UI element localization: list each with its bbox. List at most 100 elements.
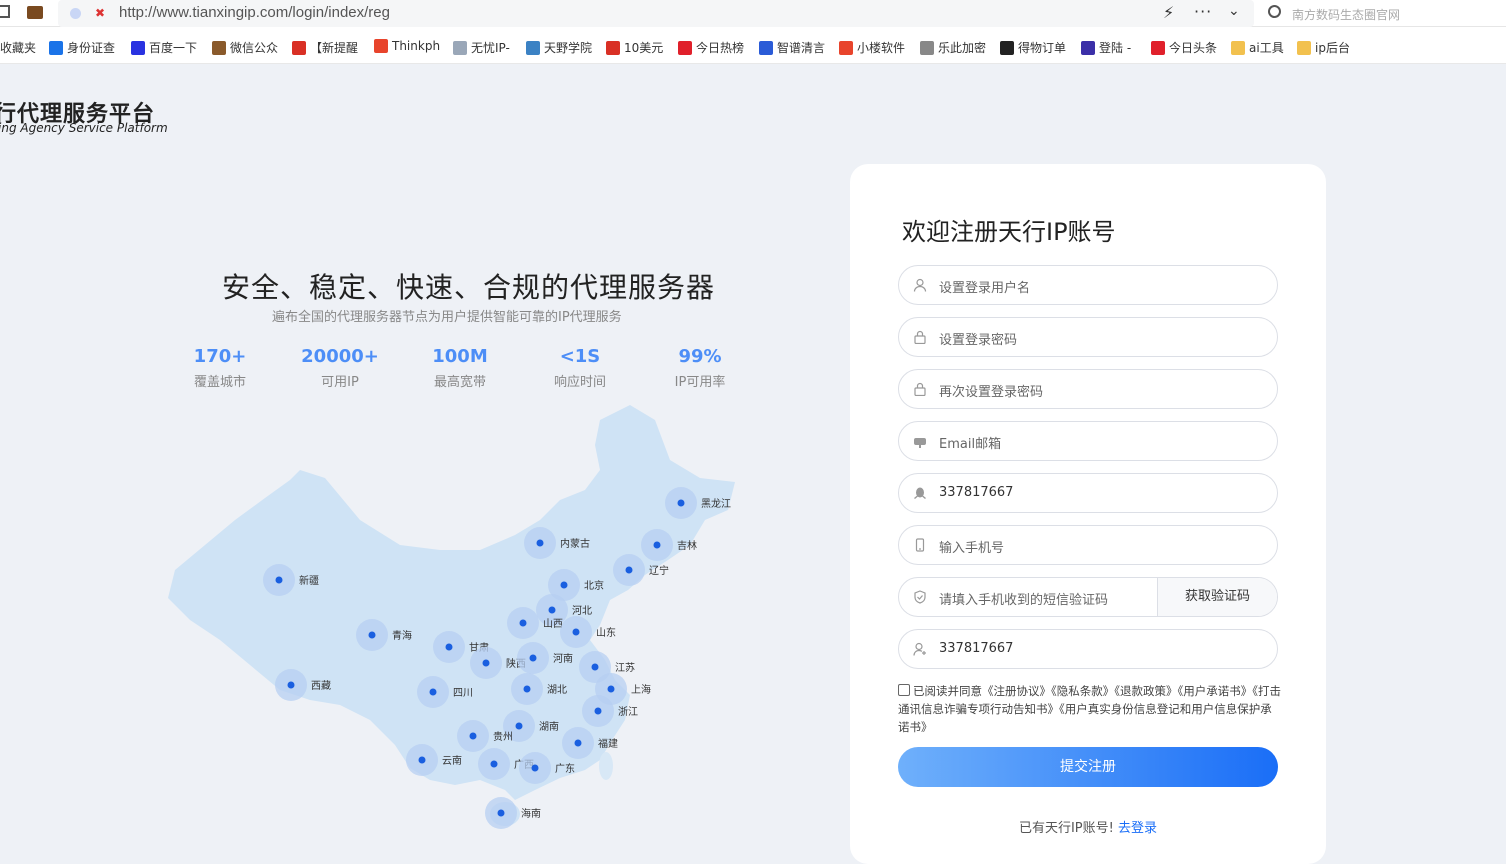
agreement-text[interactable]: 已阅读并同意《注册协议》《隐私条款》《退款政策》《用户承诺书》《打击通讯信息诈骗… (898, 684, 1281, 734)
email-field[interactable]: Email邮箱 (898, 421, 1278, 461)
home-icon[interactable] (0, 5, 10, 18)
bolt-icon[interactable]: ⚡ (1163, 3, 1174, 22)
node-dot (625, 566, 633, 574)
user-add-icon (913, 642, 926, 656)
stat-bandwidth: 100M 最高宽带 (410, 346, 510, 390)
stat-label: IP可用率 (674, 375, 726, 390)
node-label: 青海 (392, 629, 412, 642)
bookmark-item[interactable]: 得物订单 (1000, 39, 1066, 56)
qq-value: 337817667 (939, 485, 1014, 500)
referrer-field[interactable]: 337817667 (898, 629, 1278, 669)
stat-ips: 20000+ 可用IP (290, 346, 390, 390)
bookmark-item[interactable]: ai工具 (1231, 39, 1284, 56)
dewu-icon (1000, 40, 1014, 55)
username-placeholder: 设置登录用户名 (939, 281, 1031, 296)
node-label: 上海 (631, 683, 651, 696)
bookmark-label: ip后台 (1315, 41, 1350, 55)
bookmark-label: 登陆 - (1099, 41, 1132, 55)
node-dot (529, 654, 537, 662)
mailbox-icon (914, 438, 926, 448)
login-prompt: 已有天行IP账号! 去登录 (850, 817, 1326, 836)
vps-icon (606, 40, 620, 55)
has-account-text: 已有天行IP账号! (1018, 821, 1114, 836)
phone-placeholder: 输入手机号 (939, 541, 1005, 556)
node-dot (418, 756, 426, 764)
briefcase-icon[interactable] (27, 6, 43, 19)
bookmark-item[interactable]: ip后台 (1297, 39, 1350, 56)
password-confirm-field[interactable]: 再次设置登录密码 (898, 369, 1278, 409)
sms-code-field[interactable]: 请填入手机收到的短信验证码 获取验证码 (898, 577, 1278, 617)
search-icon[interactable] (1268, 5, 1281, 18)
go-login-link[interactable]: 去登录 (1118, 821, 1157, 836)
stat-label: 最高宽带 (433, 375, 486, 390)
flame-icon (839, 40, 853, 55)
bookmark-item[interactable]: 百度一下 (131, 39, 197, 56)
register-title: 欢迎注册天行IP账号 (902, 218, 1116, 246)
bookmark-label: Thinkph (392, 39, 441, 53)
node-label: 湖北 (547, 684, 567, 696)
node-label: 云南 (442, 754, 462, 767)
get-sms-code-button[interactable]: 获取验证码 (1157, 578, 1277, 616)
wechat-icon (212, 40, 226, 55)
bookmark-label: 10美元 (624, 41, 664, 55)
user-icon (913, 278, 927, 292)
node-dot (490, 760, 498, 768)
node-dot (275, 576, 283, 584)
chevron-down-icon[interactable]: ⌄ (1228, 3, 1240, 19)
qq-icon (914, 487, 926, 500)
bookmark-label: 今日热榜 (696, 41, 745, 55)
register-card: 欢迎注册天行IP账号 设置登录用户名 设置登录密码 再次设置登录密码 Email… (850, 164, 1326, 864)
bookmark-item[interactable]: 今日热榜 (678, 39, 744, 56)
node-label: 新疆 (299, 574, 319, 587)
bookmark-item[interactable]: 微信公众 (212, 39, 278, 56)
bookmark-item[interactable]: 无忧IP- (453, 39, 510, 56)
node-label: 山西 (543, 618, 563, 630)
globe-icon (920, 40, 934, 55)
sms-code-placeholder: 请填入手机收到的短信验证码 (939, 593, 1109, 608)
node-label: 内蒙古 (560, 537, 590, 550)
password-field[interactable]: 设置登录密码 (898, 317, 1278, 357)
node-label: 福建 (598, 737, 618, 750)
bookmark-item[interactable]: 身份证查 (49, 39, 115, 56)
doc-icon (453, 40, 467, 55)
bookmark-item[interactable]: 10美元 (606, 39, 663, 56)
more-icon[interactable]: ··· (1194, 2, 1212, 21)
username-field[interactable]: 设置登录用户名 (898, 265, 1278, 305)
bookmark-label: 乐此加密 (938, 41, 987, 55)
node-dot (560, 581, 568, 589)
news-icon (292, 40, 306, 55)
stat-availability: 99% IP可用率 (650, 346, 750, 390)
bookmark-item[interactable]: 【新提醒 (292, 39, 358, 56)
site-info-icon[interactable] (70, 8, 81, 19)
node-dot (574, 739, 582, 747)
bookmark-item[interactable]: 登陆 - (1081, 39, 1131, 56)
bookmark-label: 无忧IP- (471, 41, 510, 55)
search-input[interactable]: 南方数码生态圈官网 (1292, 6, 1400, 23)
bookmark-item[interactable]: 今日头条 (1151, 39, 1217, 56)
bookmark-label: ai工具 (1249, 41, 1284, 55)
phone-field[interactable]: 输入手机号 (898, 525, 1278, 565)
bookmark-item[interactable]: 收藏夹 (0, 39, 36, 56)
node-dot (497, 809, 505, 817)
bookmark-item[interactable]: 智谱清言 (759, 39, 825, 56)
insecure-icon[interactable]: ✖ (95, 6, 105, 20)
url-text[interactable]: http://www.tianxingip.com/login/index/re… (119, 4, 390, 21)
submit-register-button[interactable]: 提交注册 (898, 747, 1278, 787)
node-dot (607, 685, 615, 693)
bookmark-label: 百度一下 (149, 41, 198, 55)
bookmark-item[interactable]: Thinkph (374, 39, 440, 53)
node-dot (515, 722, 523, 730)
node-dot (429, 688, 437, 696)
stat-label: 响应时间 (553, 375, 606, 390)
node-label: 浙江 (618, 706, 638, 718)
qq-field[interactable]: 337817667 (898, 473, 1278, 513)
node-dot (445, 643, 453, 651)
agreement-checkbox[interactable] (898, 684, 910, 696)
bookmark-item[interactable]: 天野学院 (526, 39, 592, 56)
node-label: 四川 (453, 688, 473, 699)
node-dot (469, 732, 477, 740)
bookmarks-bar: 收藏夹 身份证查 百度一下 微信公众 【新提醒 Thinkph 无忧IP- 天野学院 10美元 今… (0, 27, 1506, 64)
bookmark-item[interactable]: 乐此加密 (920, 39, 986, 56)
lock-icon (914, 382, 926, 396)
bookmark-item[interactable]: 小楼软件 (839, 39, 905, 56)
